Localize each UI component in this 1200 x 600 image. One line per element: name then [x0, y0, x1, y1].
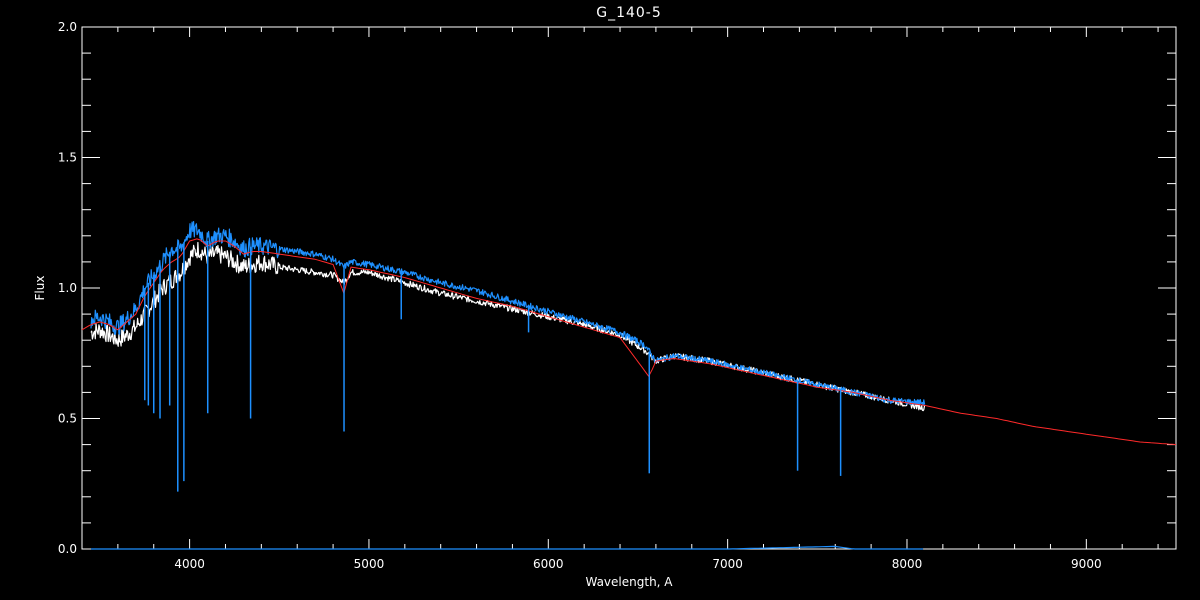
x-tick-label: 4000: [174, 557, 205, 571]
y-tick-label: 1.5: [58, 151, 77, 165]
y-tick-label: 0.0: [58, 542, 77, 556]
plot-frame: [81, 26, 1177, 550]
spectrum-chart: 4000 5000 6000 7000 8000 90000.00.51.01.52.0 …: [33, 5, 1177, 589]
y-tick-label: 2.0: [58, 20, 77, 34]
x-tick-label: 8000: [892, 557, 923, 571]
x-axis-label: Wavelength, A: [585, 575, 673, 589]
x-tick-label: 9000: [1071, 557, 1102, 571]
x-tick-label: 5000: [354, 557, 385, 571]
y-tick-label: 0.5: [58, 412, 77, 426]
x-tick-label: 6000: [533, 557, 564, 571]
y-axis-label: Flux: [33, 276, 47, 301]
x-tick-label: 7000: [712, 557, 743, 571]
tick-labels: 4000 5000 6000 7000 8000 9000 0.0 0.5 1.0 1.5 2.0: [58, 20, 1102, 571]
axis-ticks: [81, 26, 1176, 550]
series-line: [90, 241, 926, 412]
chart-title: G_140-5: [596, 5, 662, 21]
y-tick-label: 1.0: [58, 281, 77, 295]
series-layer: [81, 221, 1177, 550]
